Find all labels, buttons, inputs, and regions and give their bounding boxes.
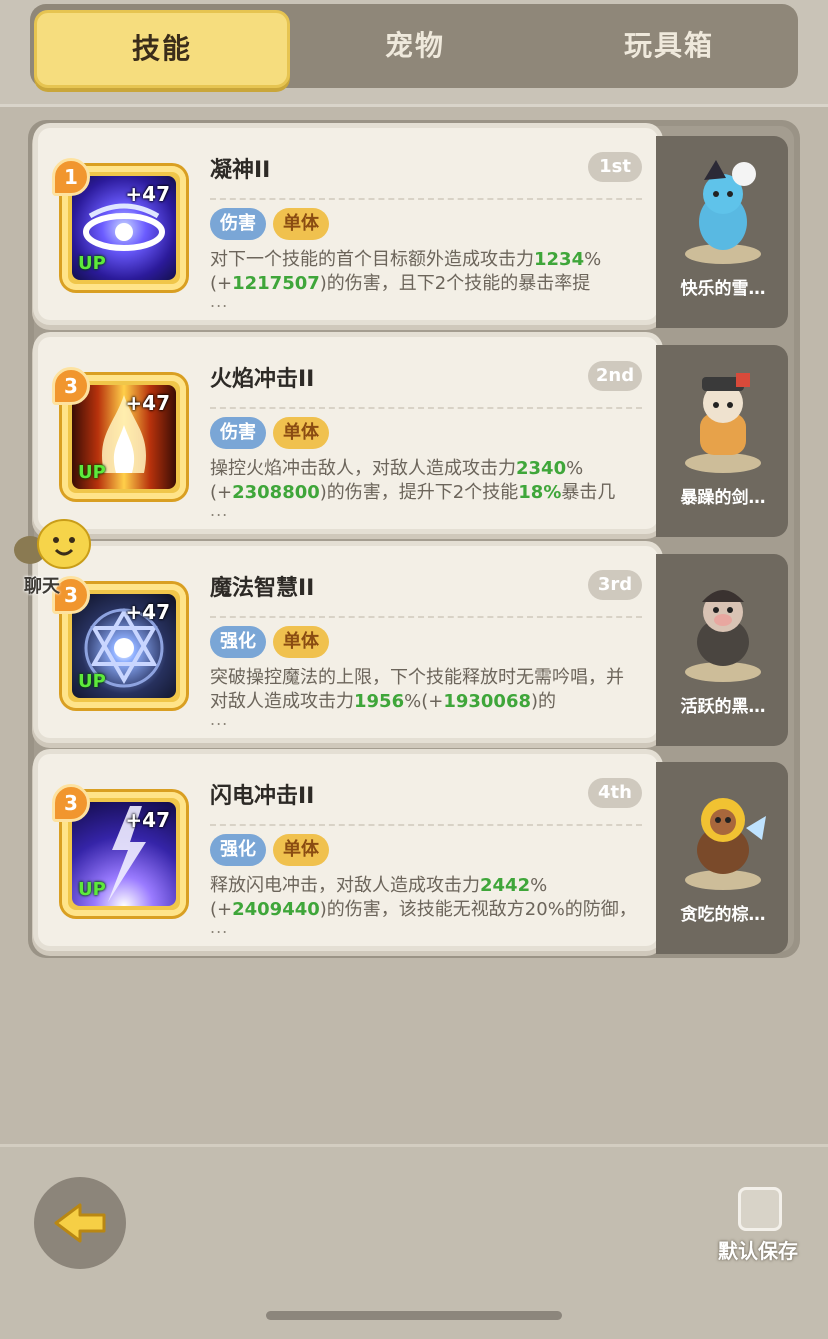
tag-type: 强化 [210,626,266,658]
pet-figure-icon [676,150,770,268]
chat-smile-icon [14,519,91,569]
tag-type: 伤害 [210,208,266,240]
skill-row[interactable]: +47 UP 1 凝神II 1st 伤害 单体 对下一个技能的首个目标额外造成攻… [38,128,788,328]
home-indicator [266,1311,562,1320]
rank-badge: 2nd [588,361,642,391]
default-save-label: 默认保存 [718,1239,798,1263]
pet-name: 活跃的黑… [680,697,766,717]
skill-description: 操控火焰冲击敌人，对敌人造成攻击力2340%(+2308800)的伤害，提升下2… [210,457,640,505]
rank-badge: 1st [588,152,642,182]
desc-text: )的伤害，该技能无视敌方20%的防御， [319,899,637,920]
desc-text: 暴击几 [561,482,616,503]
skill-card[interactable]: +47 UP 3 闪电冲击II 4th 强化 单体 释放闪电冲击，对敌人造成攻击… [38,754,658,946]
tag-target: 单体 [273,417,329,449]
desc-highlight: 2409440 [232,899,320,920]
desc-highlight: 1930068 [443,691,531,712]
pet-figure-icon [676,568,770,686]
desc-text: 释放闪电冲击，对敌人造成攻击力 [210,875,480,896]
skill-card[interactable]: +47 UP 1 凝神II 1st 伤害 单体 对下一个技能的首个目标额外造成攻… [38,128,658,320]
tab-strip: 技能 宠物 玩具箱 [30,4,798,88]
up-label: UP [78,462,106,483]
more-ellipsis: ... [210,292,229,311]
back-button[interactable] [34,1177,126,1269]
skill-row[interactable]: +47 UP 3 闪电冲击II 4th 强化 单体 释放闪电冲击，对敌人造成攻击… [38,754,788,954]
divider [210,407,642,409]
rank-badge: 3rd [588,570,642,600]
skill-name: 闪电冲击II [210,784,315,809]
divider [210,616,642,618]
tag-target: 单体 [273,626,329,658]
desc-text: )的伤害，且下2个技能的暴击率提 [319,273,591,294]
up-label: UP [78,879,106,900]
desc-highlight: 1956 [354,691,405,712]
up-label: UP [78,671,106,692]
more-ellipsis: ... [210,501,229,520]
desc-text: 操控火焰冲击敌人，对敌人造成攻击力 [210,458,516,479]
desc-highlight: 1234 [534,249,585,270]
desc-text: 对下一个技能的首个目标额外造成攻击力 [210,249,534,270]
tag-target: 单体 [273,834,329,866]
skill-row[interactable]: +47 UP 3 火焰冲击II 2nd 伤害 单体 操控火焰冲击敌人，对敌人造成… [38,337,788,537]
pet-figure-icon [676,359,770,477]
skill-row[interactable]: +47 UP 3 魔法智慧II 3rd 强化 单体 突破操控魔法的上限，下个技能… [38,546,788,746]
top-tab-bar: 技能 宠物 玩具箱 [0,0,828,107]
desc-highlight: 2308800 [232,482,320,503]
skill-name: 火焰冲击II [210,367,315,392]
pet-name: 快乐的雪… [680,279,766,299]
desc-highlight: 2442 [480,875,531,896]
desc-text: )的伤害，提升下2个技能 [319,482,519,503]
plus-value: +47 [125,391,170,415]
tab-toybox[interactable]: 玩具箱 [542,4,796,88]
desc-highlight: 1217507 [232,273,320,294]
pet-figure-icon [676,776,770,894]
skill-icon-lightning: +47 UP [72,802,176,906]
desc-highlight: 18% [518,482,562,503]
skill-icon-magic: +47 UP [72,594,176,698]
tab-skills[interactable]: 技能 [34,10,290,88]
tab-pets[interactable]: 宠物 [288,4,542,88]
level-badge: 1 [52,158,90,196]
skill-name: 魔法智慧II [210,576,315,601]
pet-slot[interactable]: 活跃的黑… [656,554,788,746]
level-badge: 3 [52,367,90,405]
default-save-checkbox[interactable] [738,1187,782,1231]
plus-value: +47 [125,182,170,206]
chat-bubble-button[interactable]: 聊天 [10,516,100,597]
skill-icon-fire: +47 UP [72,385,176,489]
rank-badge: 4th [588,778,642,808]
chat-label: 聊天 [24,576,60,597]
tag-type: 强化 [210,834,266,866]
up-label: UP [78,253,106,274]
pet-slot[interactable]: 贪吃的棕… [656,762,788,954]
skill-description: 突破操控魔法的上限，下个技能释放时无需吟唱，并对敌人造成攻击力1956%(+19… [210,666,640,714]
skill-icon-focus: +47 UP [72,176,176,280]
more-ellipsis: ... [210,918,229,937]
divider [210,198,642,200]
plus-value: +47 [125,808,170,832]
pet-name: 贪吃的棕… [680,905,766,925]
desc-highlight: 2340 [516,458,567,479]
pet-name: 暴躁的剑… [680,488,766,508]
skill-description: 释放闪电冲击，对敌人造成攻击力2442%(+2409440)的伤害，该技能无视敌… [210,874,640,922]
skill-name: 凝神II [210,158,271,183]
desc-text: )的 [531,691,557,712]
tag-type: 伤害 [210,417,266,449]
skill-card[interactable]: +47 UP 3 火焰冲击II 2nd 伤害 单体 操控火焰冲击敌人，对敌人造成… [38,337,658,529]
plus-value: +47 [125,600,170,624]
desc-text: %(+ [404,691,444,712]
more-ellipsis: ... [210,710,229,729]
tag-target: 单体 [273,208,329,240]
level-badge: 3 [52,784,90,822]
skill-description: 对下一个技能的首个目标额外造成攻击力1234%(+1217507)的伤害，且下2… [210,248,640,296]
back-arrow-icon [54,1203,106,1243]
bottom-bar: 默认保存 [0,1144,828,1339]
pet-slot[interactable]: 快乐的雪… [656,136,788,328]
skill-card[interactable]: +47 UP 3 魔法智慧II 3rd 强化 单体 突破操控魔法的上限，下个技能… [38,546,658,738]
pet-slot[interactable]: 暴躁的剑… [656,345,788,537]
divider [210,824,642,826]
